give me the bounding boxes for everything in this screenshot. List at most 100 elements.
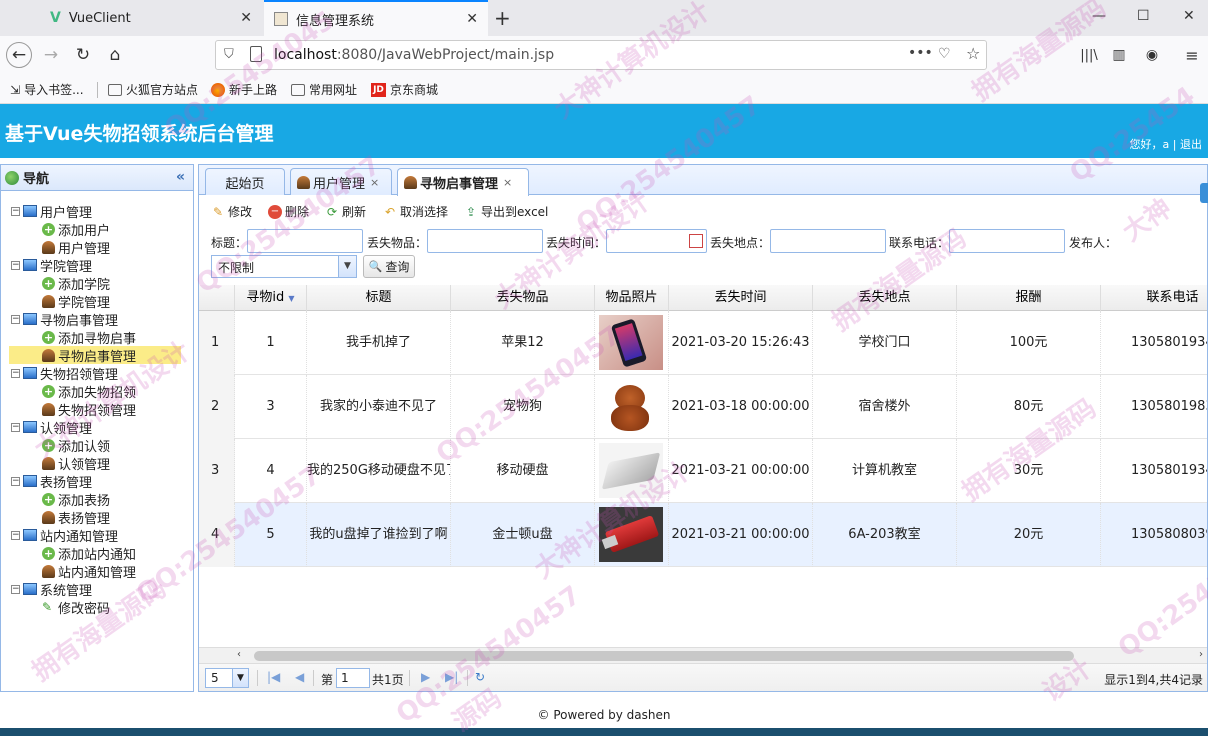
nav-group-notice[interactable]: − 站内通知管理 xyxy=(1,526,193,545)
scroll-right-icon[interactable]: › xyxy=(1199,649,1203,660)
expand-icon[interactable]: − xyxy=(11,260,20,270)
url-bar[interactable]: ⛉ localhost:8080/JavaWebProject/main.jsp… xyxy=(215,40,987,70)
expand-icon[interactable]: − xyxy=(11,206,20,216)
title-input[interactable] xyxy=(247,229,363,253)
first-page-icon[interactable]: |◀ xyxy=(267,670,280,684)
home-icon[interactable]: ⌂ xyxy=(102,42,128,68)
nav-group-user[interactable]: − 用户管理 xyxy=(1,202,193,221)
expand-icon[interactable]: − xyxy=(11,314,20,324)
col-header-place[interactable]: 丢失地点 xyxy=(813,285,957,311)
place-input[interactable] xyxy=(770,229,886,253)
menu-icon[interactable]: ≡ xyxy=(1179,42,1205,68)
forward-icon[interactable]: → xyxy=(38,42,64,68)
table-row[interactable]: 4 5 我的u盘掉了谁捡到了啊 金士顿u盘 2021-03-21 00:00:0… xyxy=(199,503,1207,567)
nav-item-praise-manage[interactable]: 表扬管理 xyxy=(1,508,193,527)
col-header-photo[interactable]: 物品照片 xyxy=(595,285,669,311)
page-number-input[interactable]: 1 xyxy=(336,668,370,688)
cancel-select-button[interactable]: ↶ 取消选择 xyxy=(383,203,448,220)
sidebar-icon[interactable]: ▥ xyxy=(1106,42,1132,68)
col-header-title[interactable]: 标题 xyxy=(307,285,451,311)
edit-button[interactable]: ✎ 修改 xyxy=(211,203,252,220)
nav-group-found[interactable]: − 失物招领管理 xyxy=(1,364,193,383)
close-icon[interactable]: ✕ xyxy=(466,11,478,27)
new-tab-icon[interactable]: + xyxy=(494,6,511,30)
side-toggle-button[interactable] xyxy=(1200,183,1208,203)
nav-item-add-claim[interactable]: + 添加认领 xyxy=(1,436,193,455)
col-header-phone[interactable]: 联系电话 xyxy=(1101,285,1207,311)
more-icon[interactable]: ••• xyxy=(908,45,933,61)
nav-item-add-notice[interactable]: + 添加站内通知 xyxy=(1,544,193,563)
nav-group-claim[interactable]: − 认领管理 xyxy=(1,418,193,437)
nav-item-add-praise[interactable]: + 添加表扬 xyxy=(1,490,193,509)
bookmark-common-sites[interactable]: 常用网址 xyxy=(291,81,357,98)
page-size-select[interactable]: 5 ▼ xyxy=(205,668,249,688)
table-row[interactable]: 1 1 我手机掉了 苹果12 2021-03-20 15:26:43 学校门口 … xyxy=(199,311,1207,375)
goods-input[interactable] xyxy=(427,229,543,253)
library-icon[interactable]: |||\ xyxy=(1076,42,1102,68)
browser-tab-vueclient[interactable]: V VueClient ✕ xyxy=(40,0,262,36)
table-row[interactable]: 3 4 我的250G移动硬盘不见了 移动硬盘 2021-03-21 00:00:… xyxy=(199,439,1207,503)
nav-item-user-manage[interactable]: 用户管理 xyxy=(1,238,193,257)
nav-item-add-user[interactable]: + 添加用户 xyxy=(1,220,193,239)
query-button[interactable]: 🔍 查询 xyxy=(363,255,415,278)
nav-item-add-lost-notice[interactable]: + 添加寻物启事 xyxy=(1,328,193,347)
time-input[interactable] xyxy=(606,229,707,253)
delete-button[interactable]: − 删除 xyxy=(268,203,309,220)
expand-icon[interactable]: − xyxy=(11,584,20,594)
bookmark-firefox-site[interactable]: 火狐官方站点 xyxy=(108,81,198,98)
tab-home[interactable]: 起始页 xyxy=(205,168,285,195)
nav-item-add-college[interactable]: + 添加学院 xyxy=(1,274,193,293)
bookmark-getting-started[interactable]: 新手上路 xyxy=(211,81,277,98)
col-header-reward[interactable]: 报酬 xyxy=(957,285,1101,311)
logout-link[interactable]: 退出 xyxy=(1180,138,1202,151)
reload-icon[interactable]: ↻ xyxy=(70,42,96,68)
nav-item-notice-manage[interactable]: 站内通知管理 xyxy=(1,562,193,581)
pocket-icon[interactable]: ♡ xyxy=(938,46,951,62)
prev-page-icon[interactable]: ◀ xyxy=(295,670,304,684)
minimize-icon[interactable]: — xyxy=(1092,8,1106,24)
nav-group-praise[interactable]: − 表扬管理 xyxy=(1,472,193,491)
close-icon[interactable]: ✕ xyxy=(240,10,252,26)
nav-item-add-found[interactable]: + 添加失物招领 xyxy=(1,382,193,401)
phone-input[interactable] xyxy=(949,229,1065,253)
scroll-thumb[interactable] xyxy=(254,651,1074,661)
scroll-left-icon[interactable]: ‹ xyxy=(237,649,241,660)
next-page-icon[interactable]: ▶ xyxy=(421,670,430,684)
col-header-id[interactable]: 寻物id ▼ xyxy=(235,285,307,311)
calendar-icon[interactable] xyxy=(689,234,703,248)
bookmark-star-icon[interactable]: ☆ xyxy=(966,44,980,63)
account-icon[interactable]: ◉ xyxy=(1139,42,1165,68)
tab-user-manage[interactable]: 用户管理 × xyxy=(290,168,392,195)
maximize-icon[interactable]: ☐ xyxy=(1137,8,1150,24)
nav-group-lost-notice[interactable]: − 寻物启事管理 xyxy=(1,310,193,329)
col-header-time[interactable]: 丢失时间 xyxy=(669,285,813,311)
tab-close-icon[interactable]: × xyxy=(370,176,379,189)
collapse-icon[interactable]: « xyxy=(176,169,185,185)
bookmark-jd[interactable]: JD 京东商城 xyxy=(371,81,438,98)
tab-lost-notice-manage[interactable]: 寻物启事管理 × xyxy=(397,168,529,196)
nav-item-claim-manage[interactable]: 认领管理 xyxy=(1,454,193,473)
publisher-select[interactable]: 不限制 ▼ xyxy=(211,255,357,278)
reload-page-icon[interactable]: ↻ xyxy=(475,670,485,684)
last-page-icon[interactable]: ▶| xyxy=(445,670,458,684)
expand-icon[interactable]: − xyxy=(11,422,20,432)
nav-item-change-password[interactable]: ✎ 修改密码 xyxy=(1,598,193,617)
nav-item-lost-notice-manage[interactable]: 寻物启事管理 xyxy=(9,346,181,365)
tab-close-icon[interactable]: × xyxy=(503,176,512,189)
refresh-button[interactable]: ⟳ 刷新 xyxy=(325,203,366,220)
nav-group-college[interactable]: − 学院管理 xyxy=(1,256,193,275)
back-icon[interactable]: ← xyxy=(6,42,32,68)
window-close-icon[interactable]: ✕ xyxy=(1183,8,1195,24)
expand-icon[interactable]: − xyxy=(11,476,20,486)
table-row[interactable]: 2 3 我家的小泰迪不见了 宠物狗 2021-03-18 00:00:00 宿舍… xyxy=(199,375,1207,439)
nav-group-system[interactable]: − 系统管理 xyxy=(1,580,193,599)
bookmark-import[interactable]: ⇲ 导入书签... xyxy=(10,81,84,98)
horizontal-scrollbar[interactable]: ‹ › xyxy=(199,647,1207,663)
nav-item-college-manage[interactable]: 学院管理 xyxy=(1,292,193,311)
expand-icon[interactable]: − xyxy=(11,530,20,540)
browser-tab-info-system[interactable]: 信息管理系统 ✕ xyxy=(264,0,488,36)
nav-item-found-manage[interactable]: 失物招领管理 xyxy=(1,400,193,419)
col-header-goods[interactable]: 丢失物品 xyxy=(451,285,595,311)
export-excel-button[interactable]: ⇪ 导出到excel xyxy=(464,203,548,220)
expand-icon[interactable]: − xyxy=(11,368,20,378)
